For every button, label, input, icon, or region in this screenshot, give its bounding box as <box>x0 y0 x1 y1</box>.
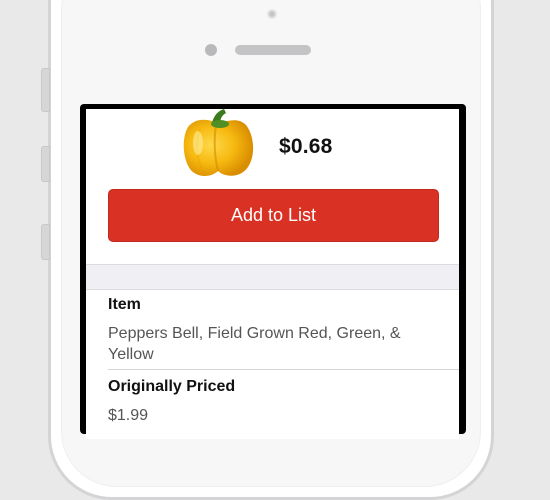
earpiece-speaker-icon <box>235 45 311 55</box>
proximity-sensor-icon <box>205 44 217 56</box>
product-detail-view: $0.68 Add to List Item Peppers Bell, Fie… <box>86 109 459 439</box>
original-price-row: Originally Priced $1.99 <box>108 377 459 426</box>
item-detail-row: Item Peppers Bell, Field Grown Red, Gree… <box>108 295 459 370</box>
section-divider <box>86 264 459 290</box>
volume-up-button <box>41 146 50 182</box>
add-to-list-button[interactable]: Add to List <box>108 189 439 242</box>
bell-pepper-icon <box>183 109 254 176</box>
volume-down-button <box>41 224 50 260</box>
item-label: Item <box>108 296 141 313</box>
mute-switch <box>41 68 50 112</box>
original-price-label: Originally Priced <box>108 378 236 395</box>
front-camera-icon <box>267 9 277 19</box>
item-value: Peppers Bell, Field Grown Red, Green, & … <box>108 325 401 363</box>
product-price: $0.68 <box>279 135 333 158</box>
phone-screen: $0.68 Add to List Item Peppers Bell, Fie… <box>80 104 466 439</box>
